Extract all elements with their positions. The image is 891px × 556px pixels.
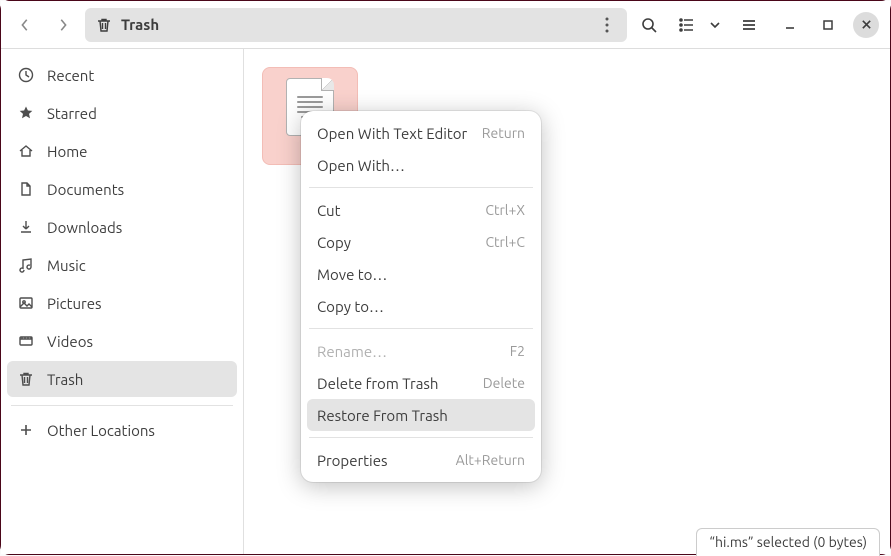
close-icon	[861, 19, 872, 30]
kebab-icon	[605, 17, 609, 33]
headerbar: Trash	[1, 1, 890, 49]
ctx-copy-to[interactable]: Copy to…	[307, 290, 535, 322]
pathbar-menu-button[interactable]	[593, 11, 621, 39]
sidebar-item-recent[interactable]: Recent	[7, 57, 237, 93]
sidebar-item-label: Music	[47, 257, 86, 274]
sidebar-item-trash[interactable]: Trash	[7, 361, 237, 397]
home-icon	[17, 142, 35, 160]
ctx-open-with-text-editor[interactable]: Open With Text Editor Return	[307, 117, 535, 149]
ctx-open-with[interactable]: Open With…	[307, 149, 535, 181]
hamburger-menu-button[interactable]	[733, 9, 765, 41]
sidebar-item-pictures[interactable]: Pictures	[7, 285, 237, 321]
sidebar-item-videos[interactable]: Videos	[7, 323, 237, 359]
ctx-cut[interactable]: Cut Ctrl+X	[307, 194, 535, 226]
ctx-label: Rename…	[317, 343, 387, 360]
ctx-label: Properties	[317, 452, 388, 469]
sidebar: Recent Starred Home Documents Downloads …	[1, 49, 244, 554]
minimize-button[interactable]	[777, 12, 803, 38]
ctx-move-to[interactable]: Move to…	[307, 258, 535, 290]
sidebar-item-label: Starred	[47, 105, 97, 122]
ctx-label: Restore From Trash	[317, 407, 448, 424]
trash-icon	[17, 370, 35, 388]
ctx-label: Open With…	[317, 157, 405, 174]
view-options	[671, 9, 727, 41]
window-controls	[777, 12, 879, 38]
trash-icon	[95, 16, 113, 34]
ctx-accel: F2	[510, 343, 525, 359]
location-label: Trash	[121, 16, 159, 33]
ctx-accel: Alt+Return	[456, 452, 525, 468]
search-icon	[641, 17, 657, 33]
ctx-separator	[309, 328, 533, 329]
ctx-delete-from-trash[interactable]: Delete from Trash Delete	[307, 367, 535, 399]
sidebar-item-label: Trash	[47, 371, 83, 388]
ctx-accel: Ctrl+C	[485, 234, 525, 250]
documents-icon	[17, 180, 35, 198]
video-icon	[17, 332, 35, 350]
music-icon	[17, 256, 35, 274]
sidebar-item-home[interactable]: Home	[7, 133, 237, 169]
maximize-icon	[822, 19, 834, 31]
minimize-icon	[783, 18, 797, 32]
ctx-label: Move to…	[317, 266, 387, 283]
plus-icon	[17, 421, 35, 439]
close-button[interactable]	[853, 12, 879, 38]
clock-icon	[17, 66, 35, 84]
download-icon	[17, 218, 35, 236]
sidebar-item-other-locations[interactable]: Other Locations	[7, 412, 237, 448]
sidebar-item-label: Home	[47, 143, 87, 160]
ctx-label: Copy to…	[317, 298, 384, 315]
nav-forward-button[interactable]	[47, 9, 79, 41]
sidebar-item-label: Pictures	[47, 295, 102, 312]
ctx-restore-from-trash[interactable]: Restore From Trash	[307, 399, 535, 431]
sidebar-item-documents[interactable]: Documents	[7, 171, 237, 207]
ctx-properties[interactable]: Properties Alt+Return	[307, 444, 535, 476]
sidebar-item-label: Documents	[47, 181, 124, 198]
selection-status: “hi.ms” selected (0 bytes)	[696, 528, 880, 556]
chevron-right-icon	[56, 18, 70, 32]
maximize-button[interactable]	[815, 12, 841, 38]
ctx-label: Delete from Trash	[317, 375, 439, 392]
ctx-accel: Return	[482, 125, 525, 141]
view-dropdown-button[interactable]	[703, 9, 727, 41]
search-button[interactable]	[633, 9, 665, 41]
sidebar-item-label: Other Locations	[47, 422, 155, 439]
sidebar-item-label: Videos	[47, 333, 93, 350]
ctx-label: Open With Text Editor	[317, 125, 467, 142]
ctx-label: Cut	[317, 202, 341, 219]
nav-back-button[interactable]	[9, 9, 41, 41]
chevron-left-icon	[18, 18, 32, 32]
ctx-accel: Ctrl+X	[485, 202, 525, 218]
location-pathbar[interactable]: Trash	[85, 8, 627, 42]
sidebar-item-label: Recent	[47, 67, 94, 84]
star-icon	[17, 104, 35, 122]
sidebar-item-music[interactable]: Music	[7, 247, 237, 283]
context-menu: Open With Text Editor Return Open With… …	[301, 111, 541, 482]
sidebar-separator	[11, 405, 233, 406]
ctx-label: Copy	[317, 234, 351, 251]
pictures-icon	[17, 294, 35, 312]
hamburger-icon	[741, 17, 757, 33]
sidebar-item-label: Downloads	[47, 219, 122, 236]
ctx-separator	[309, 437, 533, 438]
list-view-icon	[679, 17, 695, 33]
chevron-down-icon	[709, 19, 721, 31]
ctx-copy[interactable]: Copy Ctrl+C	[307, 226, 535, 258]
sidebar-item-downloads[interactable]: Downloads	[7, 209, 237, 245]
list-view-button[interactable]	[671, 9, 703, 41]
sidebar-item-starred[interactable]: Starred	[7, 95, 237, 131]
ctx-accel: Delete	[483, 375, 525, 391]
ctx-rename: Rename… F2	[307, 335, 535, 367]
ctx-separator	[309, 187, 533, 188]
